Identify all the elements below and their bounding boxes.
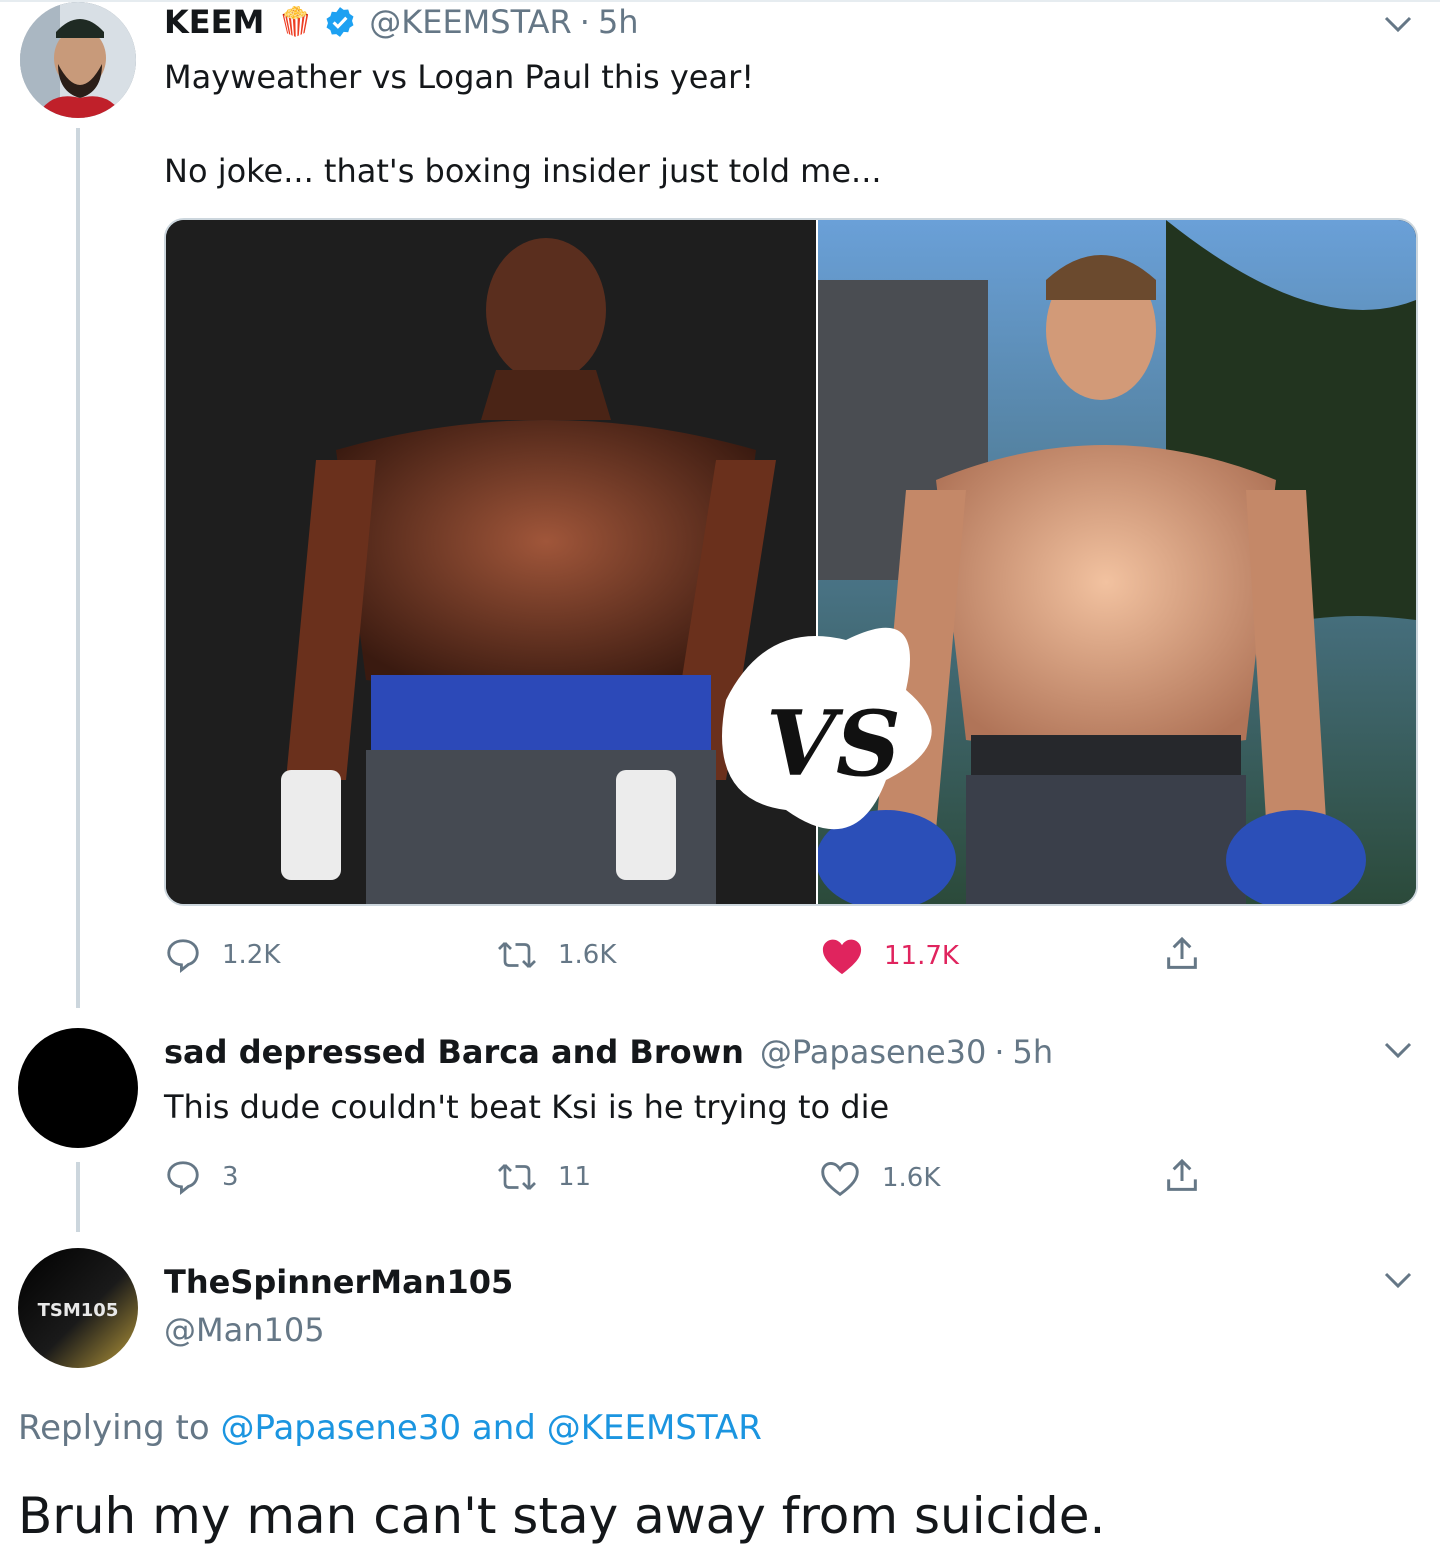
tweet2-chevron-down-icon[interactable] — [1378, 1030, 1418, 1070]
tweet3-display-name[interactable]: TheSpinnerMan105 — [164, 1262, 513, 1302]
tweet2-reply-action[interactable]: 3 — [164, 1158, 239, 1196]
thread-line-1 — [76, 128, 80, 1008]
tweet3-handle[interactable]: @Man105 — [164, 1310, 325, 1350]
tweet3-display-name-row: TheSpinnerMan105 — [164, 1262, 513, 1302]
avatar-logo-text: TSM105 — [38, 1300, 119, 1321]
tweet1-chevron-down-icon[interactable] — [1378, 4, 1418, 44]
retweet-icon — [498, 942, 536, 968]
vs-text: VS — [766, 691, 901, 797]
tweet1-like-count: 11.7K — [884, 941, 959, 971]
thread-line-2 — [76, 1162, 80, 1232]
tweet1-text-line1: Mayweather vs Logan Paul this year! — [164, 58, 755, 96]
tweet2-handle[interactable]: @Papasene30 — [760, 1032, 986, 1072]
tweet1-text-line2: No joke... that's boxing insider just to… — [164, 152, 882, 190]
tweet2-header: sad depressed Barca and Brown @Papasene3… — [164, 1032, 1053, 1072]
tweet2-like-action[interactable]: 1.6K — [818, 1158, 940, 1198]
boxer-left — [166, 220, 816, 904]
tweet1-handle[interactable]: @KEEMSTAR — [369, 2, 572, 42]
tweet1-retweet-count: 1.6K — [558, 940, 617, 970]
replying-to-line: Replying to @Papasene30 and @KEEMSTAR — [18, 1408, 762, 1448]
tweet2-reply-count: 3 — [222, 1162, 239, 1192]
reply-icon — [167, 939, 199, 974]
tweet3-text: Bruh my man can't stay away from suicide… — [18, 1487, 1106, 1545]
tweet1-media-image[interactable]: VS — [164, 218, 1418, 906]
tweet2-display-name[interactable]: sad depressed Barca and Brown — [164, 1032, 744, 1072]
heart-outline-icon — [821, 1161, 859, 1197]
tweet1-header: KEEM 🍿 @KEEMSTAR · 5h — [164, 2, 639, 42]
tweet3-chevron-down-icon[interactable] — [1378, 1260, 1418, 1300]
popcorn-emoji: 🍿 — [278, 5, 314, 38]
tweet3-handle-row: @Man105 — [164, 1310, 325, 1350]
replying-to-user2-link[interactable]: @KEEMSTAR — [547, 1408, 762, 1448]
share-icon — [1167, 1158, 1197, 1191]
tweet1-display-name[interactable]: KEEM — [164, 2, 264, 42]
replying-and-text: and — [471, 1408, 536, 1448]
tweet1-timestamp[interactable]: 5h — [598, 2, 639, 42]
tweet1-separator: · — [579, 3, 590, 41]
replying-to-label: Replying to — [18, 1408, 210, 1448]
keem-avatar[interactable] — [20, 2, 136, 118]
tweet1-reply-count: 1.2K — [222, 940, 281, 970]
replying-to-user1-link[interactable]: @Papasene30 — [221, 1408, 462, 1448]
tweet1-like-action[interactable]: 11.7K — [820, 936, 959, 976]
retweet-icon — [498, 1164, 536, 1190]
tweet2-share-action[interactable] — [1162, 1156, 1222, 1196]
tweet2-retweet-action[interactable]: 11 — [496, 1158, 591, 1196]
heart-filled-icon — [822, 939, 862, 975]
tweet1-share-action[interactable] — [1162, 934, 1222, 974]
boxer-right — [816, 220, 1416, 904]
tweet1-retweet-action[interactable]: 1.6K — [496, 936, 616, 974]
tweet2-like-count: 1.6K — [882, 1163, 941, 1193]
tweet2-text: This dude couldn't beat Ksi is he trying… — [164, 1088, 890, 1126]
tweet2-separator: · — [994, 1033, 1005, 1071]
reply-icon — [167, 1161, 199, 1196]
tweet2-retweet-count: 11 — [558, 1162, 592, 1192]
man105-avatar[interactable]: TSM105 — [18, 1248, 138, 1368]
tweet1-reply-action[interactable]: 1.2K — [164, 936, 280, 974]
verified-badge-icon — [323, 5, 357, 39]
share-icon — [1167, 936, 1197, 969]
tweet2-timestamp[interactable]: 5h — [1013, 1032, 1054, 1072]
papasene30-avatar[interactable] — [18, 1028, 138, 1148]
